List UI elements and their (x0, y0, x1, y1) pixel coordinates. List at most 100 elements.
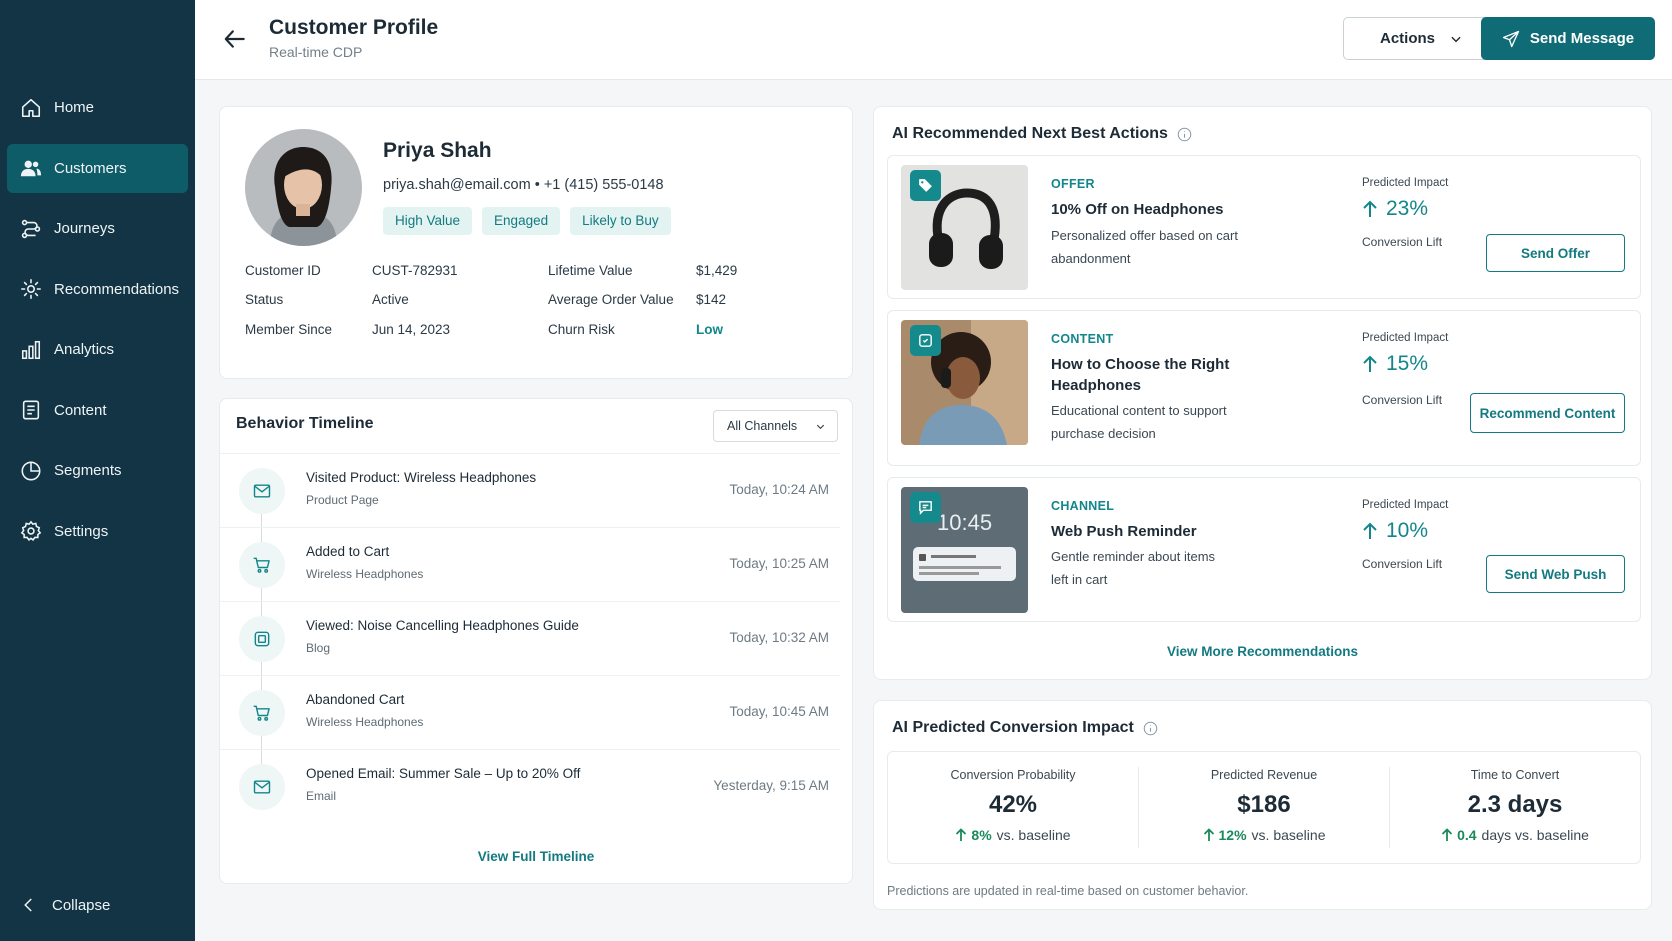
woman-headphones-image (901, 320, 1028, 445)
timeline-event-sub: Blog (306, 641, 331, 655)
sidebar-item-label: Recommendations (54, 280, 180, 298)
recommendation-type: OFFER (1051, 177, 1095, 191)
chevron-down-icon (816, 424, 825, 430)
stat-label: Predicted Revenue (1210, 768, 1318, 782)
conversion-impact-card: AI Predicted Conversion Impact Conversio… (873, 700, 1652, 910)
lifetime-value: $1,429 (696, 263, 738, 278)
aov-value: $142 (696, 292, 727, 307)
recommendation-title: Web Push Reminder (1051, 523, 1197, 540)
sidebar-item-label: Content (54, 401, 107, 419)
sidebar-item-recommendations[interactable]: Recommendations (7, 265, 188, 314)
conversion-lift-label: Conversion Lift (1362, 557, 1443, 571)
users-icon (20, 160, 42, 177)
sidebar-item-content[interactable]: Content (7, 386, 188, 435)
predicted-impact-value: 23% (1362, 197, 1428, 221)
info-icon[interactable] (1143, 721, 1158, 736)
stat-delta-up: 8% (955, 827, 992, 843)
stat-value: $186 (1237, 791, 1291, 818)
timeline-event[interactable]: Opened Email: Summer Sale – Up to 20% Of… (220, 749, 840, 823)
stat-delta-value: 0.4 (1457, 827, 1477, 843)
predicted-impact-label: Predicted Impact (1362, 332, 1449, 344)
timeline-event-sub: Wireless Headphones (306, 715, 424, 729)
timeline-event-sub: Wireless Headphones (306, 567, 424, 581)
info-icon[interactable] (1177, 127, 1192, 142)
sidebar-item-customers[interactable]: Customers (7, 143, 188, 193)
tag-likely-to-buy: Likely to Buy (570, 207, 671, 235)
web-push-image: 10:45 (901, 487, 1028, 613)
send-web-push-button[interactable]: Send Web Push (1486, 555, 1625, 593)
stat-delta-value: 8% (971, 827, 992, 843)
recommendations-title-text: AI Recommended Next Best Actions (892, 125, 1168, 142)
journeys-icon (21, 219, 41, 238)
view-full-timeline-link[interactable]: View Full Timeline (220, 849, 852, 864)
collapse-label: Collapse (52, 896, 111, 914)
predicted-impact-value: 15% (1362, 352, 1428, 376)
sidebar-item-segments[interactable]: Segments (7, 446, 188, 495)
cart-icon (239, 690, 285, 736)
timeline-title: Behavior Timeline (236, 415, 374, 432)
collapse-button[interactable]: Collapse (20, 896, 110, 914)
timeline-event-label: Viewed: Noise Cancelling Headphones Guid… (306, 618, 579, 633)
sidebar-item-label: Analytics (54, 341, 115, 358)
stat-delta-text: vs. baseline (1251, 827, 1326, 843)
status-label: Status (245, 292, 284, 307)
stat-value: 2.3 days (1467, 791, 1563, 818)
sidebar-item-analytics[interactable]: Analytics (7, 325, 188, 374)
timeline-event[interactable]: Viewed: Noise Cancelling Headphones Guid… (220, 601, 840, 675)
member-since-label: Member Since (245, 322, 333, 337)
timeline-event[interactable]: Abandoned Cart Wireless Headphones Today… (220, 675, 840, 749)
stat-delta-text: days vs. baseline (1481, 827, 1589, 843)
recommendations-card: AI Recommended Next Best Actions OFFER 1… (873, 106, 1652, 680)
timeline-event[interactable]: Visited Product: Wireless Headphones Pro… (220, 453, 840, 527)
stat-delta: 0.4 days vs. baseline (1390, 827, 1640, 843)
stat-label: Time to Convert (1470, 768, 1560, 782)
recommend-content-button[interactable]: Recommend Content (1470, 393, 1625, 433)
impact-note: Predictions are updated in real-time bas… (887, 884, 1249, 898)
send-offer-button[interactable]: Send Offer (1486, 234, 1625, 272)
sidebar-item-settings[interactable]: Settings (7, 507, 188, 556)
timeline-event[interactable]: Added to Cart Wireless Headphones Today,… (220, 527, 840, 601)
arrow-up-icon (1203, 828, 1214, 841)
customer-contact: priya.shah@email.com • +1 (415) 555-0148 (383, 177, 664, 193)
arrow-up-icon (1363, 200, 1377, 217)
tag-high-value: High Value (383, 207, 473, 235)
sidebar-item-home[interactable]: Home (7, 83, 188, 132)
stat-delta-value: 12% (1218, 827, 1247, 843)
recommendation-type: CHANNEL (1051, 499, 1115, 513)
headphones-image (901, 165, 1028, 290)
sidebar-item-label: Customers (54, 159, 127, 177)
customer-tags: High Value Engaged Likely to Buy (383, 207, 671, 235)
tag-icon (910, 170, 941, 201)
stat-value: 42% (988, 791, 1038, 818)
recommendation-item: CONTENT How to Choose the Right Headphon… (887, 310, 1641, 466)
actions-dropdown[interactable]: Actions (1343, 17, 1500, 60)
recommendation-description: Personalized offer based on cart abandon… (1051, 228, 1238, 266)
impact-title: AI Predicted Conversion Impact (892, 719, 1158, 737)
recommendation-item: OFFER 10% Off on Headphones Personalized… (887, 155, 1641, 299)
predicted-impact-label: Predicted Impact (1362, 499, 1449, 511)
back-arrow-icon[interactable] (222, 26, 248, 52)
recommendation-item: 10:45 CHANNEL Web Push Reminder Gentle r… (887, 477, 1641, 622)
avatar (245, 129, 362, 246)
pie-icon (21, 461, 41, 480)
arrow-up-icon (1363, 355, 1377, 372)
send-message-button[interactable]: Send Message (1481, 17, 1655, 60)
stat-delta-text: vs. baseline (996, 827, 1071, 843)
home-icon (21, 98, 41, 117)
sidebar-item-journeys[interactable]: Journeys (7, 204, 188, 253)
recommendation-type: CONTENT (1051, 332, 1114, 346)
view-more-recommendations-link[interactable]: View More Recommendations (874, 644, 1651, 659)
recommendation-title: How to Choose the Right Headphones (1051, 356, 1230, 394)
recommendations-title: AI Recommended Next Best Actions (892, 125, 1192, 143)
send-message-label: Send Message (1529, 30, 1635, 47)
page-header: Customer Profile Real-time CDP Actions S… (195, 0, 1672, 80)
customer-id-label: Customer ID (245, 263, 321, 278)
sidebar-item-label: Home (54, 99, 95, 116)
sidebar-item-label: Journeys (54, 220, 115, 237)
content-icon (910, 325, 941, 356)
content-icon (239, 616, 285, 662)
recommendation-description: Educational content to support purchase … (1051, 403, 1227, 441)
timeline-event-sub: Email (306, 789, 337, 803)
channel-filter-select[interactable]: All Channels (713, 410, 838, 442)
churn-risk-value: Low (696, 322, 723, 337)
